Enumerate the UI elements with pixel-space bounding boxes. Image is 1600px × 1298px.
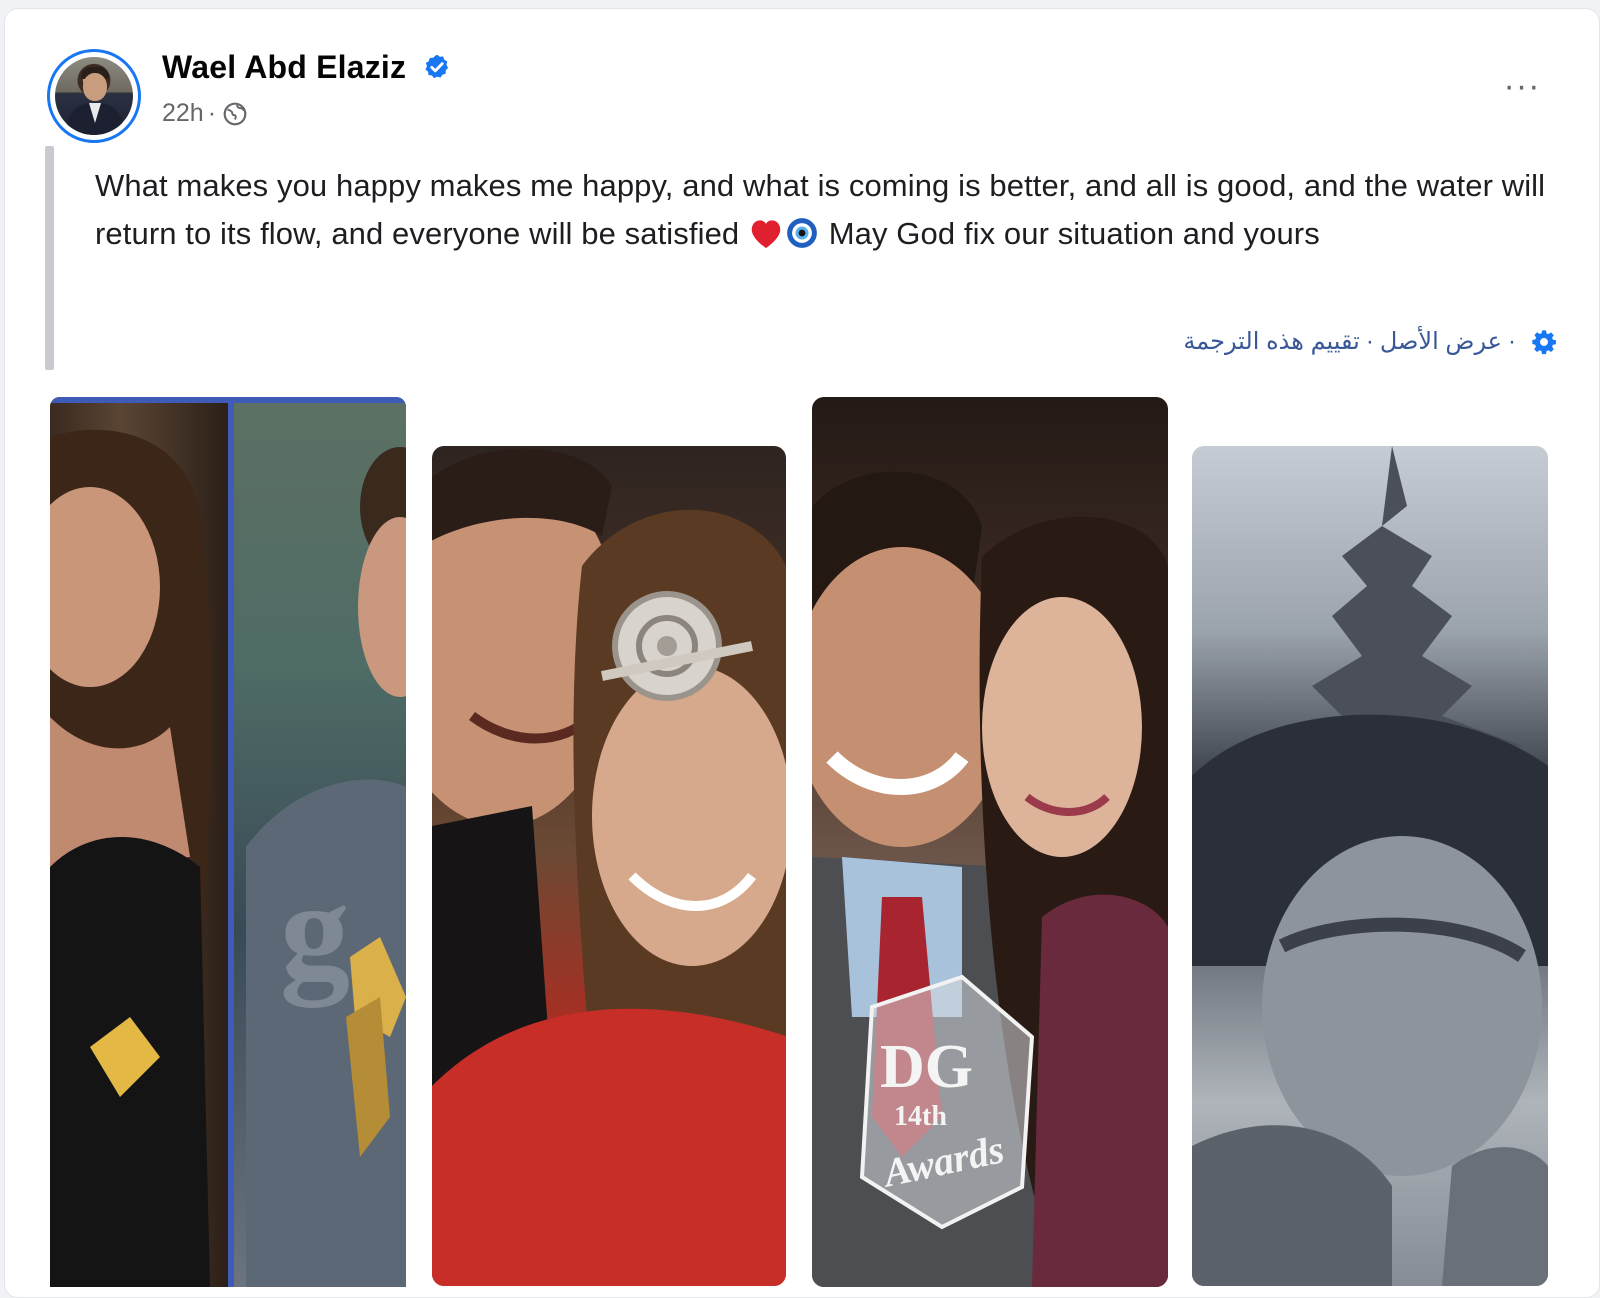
more-options-button[interactable]: ··· bbox=[1499, 69, 1545, 103]
meta-separator: · bbox=[207, 99, 217, 127]
translation-separator: · bbox=[1365, 327, 1374, 355]
translation-separator: · bbox=[1508, 327, 1516, 355]
nazar-eye-icon bbox=[787, 218, 817, 248]
translation-bar: · عرض الأصل · تقييم هذه الترجمة bbox=[1183, 327, 1558, 356]
post-meta: 22h · bbox=[162, 99, 248, 128]
post-text: What makes you happy makes me happy, and… bbox=[95, 162, 1565, 258]
gear-icon[interactable] bbox=[1530, 328, 1558, 356]
watermark-text: g bbox=[280, 853, 350, 1008]
photo-2[interactable] bbox=[432, 446, 786, 1286]
quote-bar bbox=[45, 146, 54, 370]
photo-1[interactable]: g bbox=[50, 397, 406, 1287]
author-name[interactable]: Wael Abd Elaziz bbox=[162, 49, 406, 86]
verified-badge-icon bbox=[425, 54, 449, 79]
globe-icon[interactable] bbox=[222, 101, 248, 127]
heart-icon bbox=[751, 220, 781, 248]
photo-3[interactable]: DG 14th Awards bbox=[812, 397, 1168, 1287]
award-text-number: 14th bbox=[894, 1101, 947, 1132]
author-avatar[interactable] bbox=[47, 49, 141, 143]
see-original-link[interactable]: عرض الأصل bbox=[1380, 327, 1502, 356]
post-timestamp[interactable]: 22h bbox=[162, 99, 204, 128]
post-text-part-2: May God fix our situation and yours bbox=[819, 216, 1320, 251]
photo-4[interactable] bbox=[1192, 446, 1548, 1286]
avatar-image bbox=[55, 57, 133, 135]
rate-translation-link[interactable]: تقييم هذه الترجمة bbox=[1183, 327, 1359, 356]
award-text-dg: DG bbox=[880, 1033, 973, 1101]
